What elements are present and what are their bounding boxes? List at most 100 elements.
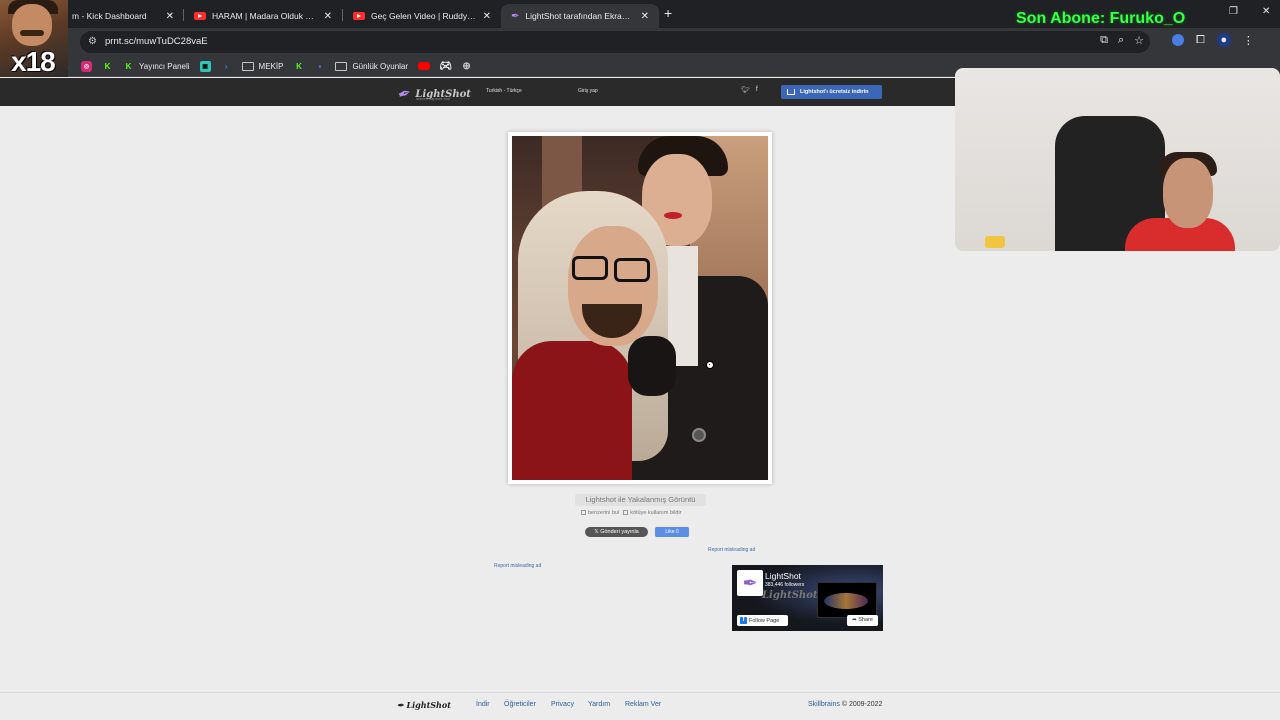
tab-haram-video[interactable]: HARAM | Madara Olduk #580 - ✕ [184, 4, 342, 28]
report-abuse-link[interactable]: kötüye kullanım bildir [623, 510, 682, 516]
twitch-tools-icon: ▣ [199, 60, 211, 72]
tab-lightshot[interactable]: ✒ LightShot tarafından Ekran Gör ✕ [501, 4, 659, 28]
fb-follower-count: 383,446 followers [765, 582, 805, 588]
instagram-icon: ◎ [81, 60, 92, 72]
download-button[interactable]: Lightshot'ı ücretsiz indirin [781, 85, 882, 99]
bookmark-gamepad[interactable]: 🎮︎ [439, 60, 452, 72]
restore-window-icon[interactable]: ❐ [1229, 6, 1238, 17]
address-bar[interactable]: ⚙ prnt.sc/muwTuDC28vaE ⧉ ⌕ ☆ [80, 31, 1150, 53]
report-ad-link[interactable]: Report misleading ad [708, 547, 755, 553]
bookmark-instagram[interactable]: ◎ [81, 60, 92, 72]
photo-glasses [572, 256, 608, 280]
bookmark-folder-mekip[interactable]: MEKİP [241, 61, 283, 71]
screenshot-image[interactable] [512, 136, 768, 480]
close-tab-icon[interactable]: ✕ [483, 11, 491, 22]
bookmark-youtube[interactable] [418, 62, 431, 70]
photo-lips [664, 212, 682, 219]
photo-hand [628, 336, 676, 396]
facebook-page-widget[interactable]: ✒ LightShot 383,446 followers LightShot … [732, 565, 883, 631]
bookmark-twitch-tools[interactable]: ▣ [199, 60, 211, 72]
lightshot-feather-icon: ✒ [737, 570, 763, 596]
bookmark-label: Yayıncı Paneli [139, 61, 190, 71]
footer-link-yardim[interactable]: Yardım [588, 701, 610, 708]
bookmark-globe[interactable]: ⊕ [461, 61, 472, 72]
kick-icon: K [104, 61, 111, 71]
copyright-text: © 2009-2022 [841, 701, 883, 708]
profile-avatar-icon[interactable]: ● [1216, 33, 1231, 47]
latest-subscriber-ticker: Son Abone: Furuko_O [1016, 10, 1186, 27]
twitter-icon[interactable]: 🐦︎ [741, 86, 750, 94]
blue-app-icon: ▪ [318, 61, 322, 71]
language-selector[interactable]: Turkish - Türkçe [486, 88, 522, 94]
browser-toolbar: ⚙ prnt.sc/muwTuDC28vaE ⧉ ⌕ ☆ [0, 28, 1280, 56]
extensions-puzzle-icon[interactable]: ⧠ [1196, 34, 1205, 47]
report-ad-link[interactable]: Report misleading ad [494, 563, 541, 569]
fb-follow-button[interactable]: f Follow Page [737, 615, 788, 626]
youtube-icon [194, 12, 206, 20]
install-app-icon[interactable]: ⧉ [1100, 34, 1108, 47]
bookmark-star-icon[interactable]: ☆ [1134, 34, 1144, 47]
facebook-like-button[interactable]: Like 0 [655, 527, 689, 537]
tweet-button[interactable]: 𝕏 Gönderi yayınla [585, 527, 648, 537]
webcam-streamer [1115, 152, 1235, 251]
folder-icon [335, 61, 348, 71]
emote-moustache [20, 30, 44, 36]
skillbrains-link[interactable]: Skillbrains [808, 701, 840, 708]
menu-kebab-icon[interactable]: ⋮ [1243, 34, 1254, 47]
lightshot-logo[interactable]: ✒ LightShot [395, 84, 471, 105]
bookmark-folder-gunluk-oyunlar[interactable]: Günlük Oyunlar [335, 61, 409, 71]
extension-icons: ⧠ ● ⋮ [1172, 33, 1254, 47]
fb-share-button[interactable]: ➦ Share [847, 615, 878, 626]
bookmark-yayinci-paneli[interactable]: K Yayıncı Paneli [123, 61, 190, 72]
zoom-icon[interactable]: ⌕ [1118, 34, 1124, 47]
new-tab-button[interactable]: + [664, 5, 672, 21]
emote-face [12, 4, 52, 46]
kick-icon: K [125, 61, 132, 71]
webcam-desk-item [985, 236, 1005, 248]
fb-share-label: Share [858, 617, 873, 623]
tab-title: HARAM | Madara Olduk #580 - [212, 11, 318, 21]
footer-logo[interactable]: ✒ LightShot [397, 700, 451, 710]
folder-icon [241, 61, 254, 71]
tab-gec-gelen-video[interactable]: Geç Gelen Video | Ruddy - You ✕ [343, 4, 501, 28]
extension-icon[interactable] [1172, 34, 1184, 46]
footer-logo-text: LightShot [406, 700, 451, 710]
close-window-icon[interactable]: ✕ [1262, 6, 1270, 17]
lightshot-feather-icon: ✒ [395, 84, 415, 105]
gamepad-icon: 🎮︎ [439, 60, 452, 72]
bookmark-label: Günlük Oyunlar [352, 61, 409, 71]
footer-link-indir[interactable]: İndir [476, 701, 490, 708]
report-abuse-label: kötüye kullanım bildir [630, 510, 682, 516]
find-similar-link[interactable]: benzerini bul [581, 510, 619, 516]
prime-icon: › [224, 61, 228, 71]
bookmark-prime[interactable]: › [221, 61, 232, 72]
footer-copyright: Skillbrains © 2009-2022 [808, 701, 882, 708]
bookmark-kick-2[interactable]: K [293, 61, 304, 72]
footer-link-reklam-ver[interactable]: Reklam Ver [625, 701, 661, 708]
flag-icon [623, 510, 629, 515]
close-tab-icon[interactable]: ✕ [641, 11, 649, 22]
mouse-cursor-icon [706, 361, 714, 369]
bookmark-kick[interactable]: K [102, 61, 113, 72]
download-label: Lightshot'ı ücretsiz indirin [800, 89, 869, 95]
footer-link-privacy[interactable]: Privacy [551, 701, 574, 708]
download-icon [787, 89, 795, 95]
x18-badge: x18 [11, 46, 56, 77]
tab-kick-dashboard[interactable]: m - Kick Dashboard ✕ [62, 4, 184, 28]
bookmark-blue-app[interactable]: ▪ [314, 61, 325, 72]
tab-title: LightShot tarafından Ekran Gör [525, 11, 635, 21]
social-links: 🐦︎ f [741, 86, 758, 94]
search-icon [581, 510, 586, 515]
tab-title: Geç Gelen Video | Ruddy - You [371, 11, 477, 21]
tab-title: m - Kick Dashboard [72, 11, 147, 21]
fb-page-title[interactable]: LightShot [765, 571, 801, 581]
close-tab-icon[interactable]: ✕ [166, 11, 174, 22]
site-settings-icon[interactable]: ⚙ [88, 36, 97, 47]
login-link[interactable]: Giriş yap [578, 88, 598, 94]
footer-link-ogreticiler[interactable]: Öğreticiler [504, 701, 536, 708]
url-text[interactable]: prnt.sc/muwTuDC28vaE [105, 36, 208, 47]
close-tab-icon[interactable]: ✕ [324, 11, 332, 22]
facebook-icon[interactable]: f [756, 86, 758, 94]
youtube-icon [353, 12, 365, 20]
tweet-label: Gönderi yayınla [600, 529, 639, 535]
